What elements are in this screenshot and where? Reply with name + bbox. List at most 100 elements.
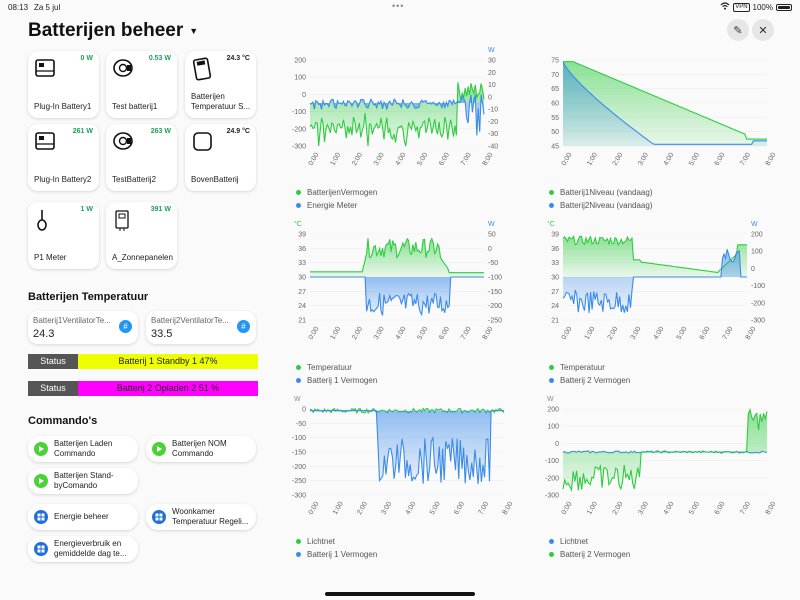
series-area	[310, 277, 484, 316]
legend-item[interactable]: Energie Meter	[296, 199, 377, 212]
plug-icon	[112, 130, 136, 159]
x-tick-label: 8:00	[482, 326, 495, 341]
legend-item[interactable]: Lichtnet	[296, 535, 377, 548]
close-button[interactable]: ✕	[752, 19, 774, 41]
tile-name: Plug-In Battery2	[34, 175, 92, 184]
legend-item[interactable]: Batterij 2 Vermogen	[549, 548, 630, 561]
section-title-temperatuur: Batterijen Temperatuur	[28, 291, 149, 303]
temp-field-1[interactable]: Batterij1VentilatorTe... 24.3 #	[28, 311, 138, 344]
chart-svg: 75 70 65 60 55 50 450:00 1:00 2:00 3:00 4:00 5:00 6:…	[551, 58, 775, 168]
y2-tick-label: -100	[488, 275, 502, 282]
y2-tick-label: 0	[488, 246, 492, 253]
chart-legend: Temperatuur Batterij 2 Vermogen	[549, 361, 630, 387]
multitasking-dots-icon[interactable]: •••	[392, 1, 404, 11]
legend-item[interactable]: Batterij 1 Vermogen	[296, 374, 377, 387]
battery-icon	[776, 3, 792, 11]
legend-label: Lichtnet	[307, 537, 336, 546]
tile-value: 24.3 °C	[226, 55, 250, 62]
command-energie-beheer[interactable]: Energie beheer	[28, 504, 138, 530]
x-tick-label: 2:00	[351, 152, 364, 167]
chart-legend: Lichtnet Batterij 2 Vermogen	[549, 535, 630, 561]
y-tick-label: -200	[545, 475, 559, 482]
legend-label: BatterijenVermogen	[307, 188, 378, 197]
tile-name: Plug-In Battery1	[34, 102, 92, 111]
y-tick-label: -300	[292, 493, 306, 500]
y-tick-label: 24	[298, 303, 306, 310]
status-bar: 08:13 Za 5 jul ••• VPN 100%	[0, 0, 800, 14]
chart-c2[interactable]: 75 70 65 60 55 50 45 0:00 1:00 2:00 3:00 4:00 5:00 6:…	[535, 44, 775, 174]
legend-dot-icon	[296, 365, 301, 370]
command-woonkamer-temperatuur-regeli-[interactable]: Woonkamer Temperatuur Regeli...	[146, 504, 256, 530]
y2-tick-label: 0	[488, 94, 492, 101]
y-tick-label: -150	[292, 450, 306, 457]
chart-c1[interactable]: W 200 100 0 -100 -200 -300 30 20 10 0 -10 -20 -30 -40 0…	[282, 44, 512, 174]
tile-testbatterij2[interactable]: 263 W TestBatterij2	[106, 124, 177, 191]
legend-dot-icon	[296, 552, 301, 557]
tile-batterijen-temperatuur-s-[interactable]: 24.3 °C Batterijen Temperatuur S...	[185, 51, 256, 118]
y-tick-label: 75	[551, 58, 559, 65]
legend-item[interactable]: Batterij2Niveau (vandaag)	[549, 199, 653, 212]
status-key: Status	[28, 381, 78, 396]
y2-tick-label: -200	[751, 300, 765, 307]
y-tick-label: 0	[302, 407, 306, 414]
tile-name: P1 Meter	[34, 253, 67, 262]
legend-dot-icon	[549, 190, 554, 195]
legend-item[interactable]: Batterij 1 Vermogen	[296, 548, 377, 561]
y2-tick-label: 50	[488, 232, 496, 239]
x-tick-label: 7:00	[460, 152, 473, 167]
play-icon	[152, 442, 166, 456]
tile-p1-meter[interactable]: 1 W P1 Meter	[28, 202, 99, 269]
x-tick-label: 1:00	[329, 326, 342, 341]
legend-item[interactable]: BatterijenVermogen	[296, 186, 377, 199]
y-tick-label: 36	[551, 246, 559, 253]
chart-c4[interactable]: °C W 39 36 33 30 27 24 21 200 100 0 -100 -200 -300 0:00…	[535, 218, 775, 348]
x-tick-label: 4:00	[395, 326, 408, 341]
y-tick-label: 21	[551, 318, 559, 325]
legend-label: Temperatuur	[307, 363, 352, 372]
y-tick-label: 55	[551, 115, 559, 122]
hash-icon: #	[119, 320, 132, 333]
tile-a-zonnepanelen[interactable]: 391 W A_Zonnepanelen	[106, 202, 177, 269]
temp-field-2[interactable]: Batterij2VentilatorTe... 33.5 #	[146, 311, 256, 344]
play-icon	[34, 442, 48, 456]
tile-test-batterij1[interactable]: 0.53 W Test batterij1	[106, 51, 177, 118]
tile-bovenbatterij[interactable]: 24.9 °C BovenBatterij	[185, 124, 256, 191]
command-energieverbruik-en-gemiddelde-dag-te-[interactable]: Energieverbruik en gemiddelde dag te...	[28, 536, 138, 562]
x-tick-label: 7:00	[739, 501, 752, 516]
legend-item[interactable]: Temperatuur	[296, 361, 377, 374]
status-key: Status	[28, 354, 78, 369]
y2-tick-label: -150	[488, 289, 502, 296]
x-tick-label: 8:00	[482, 152, 495, 167]
tile-value: 263 W	[150, 128, 171, 135]
legend-item[interactable]: Temperatuur	[549, 361, 630, 374]
tile-plug-in-battery2[interactable]: 261 W Plug-In Battery2	[28, 124, 99, 191]
command-batterijen-stand-bycomando[interactable]: Batterijen Stand-byComando	[28, 468, 138, 494]
x-tick-label: 6:00	[438, 152, 451, 167]
inverter-icon	[112, 208, 136, 237]
y-tick-label: 0	[302, 92, 306, 99]
status-value: Batterij 2 Opladen 2 51 %	[78, 381, 258, 396]
chart-c5[interactable]: W 0 -50 -100 -150 -200 -250 -300 0:00 1:00 2:00 3:0…	[282, 393, 512, 523]
y-tick-label: -50	[296, 421, 306, 428]
x-tick-label: 3:00	[637, 501, 650, 516]
y-tick-label: -200	[292, 464, 306, 471]
y2-tick-label: -40	[488, 144, 498, 151]
chart-c6[interactable]: W 200 100 0 -100 -200 -300 0:00 1:00 2:00 3:00 4:00…	[535, 393, 775, 523]
command-batterijen-laden-commando[interactable]: Batterijen Laden Commando	[28, 436, 138, 462]
command-label: Woonkamer Temperatuur Regeli...	[172, 507, 249, 526]
right-unit-label: W	[488, 221, 495, 228]
legend-item[interactable]: Batterij1Niveau (vandaag)	[549, 186, 653, 199]
x-tick-label: 7:00	[477, 501, 490, 516]
x-tick-label: 2:00	[351, 326, 364, 341]
home-indicator[interactable]	[325, 592, 475, 596]
y-tick-label: 100	[294, 75, 306, 82]
wifi-icon	[720, 2, 730, 12]
dashboard-title-dropdown[interactable]: Batterijen beheer ▼	[28, 20, 198, 42]
x-tick-label: 0:00	[308, 501, 321, 516]
tile-plug-in-battery1[interactable]: 0 W Plug-In Battery1	[28, 51, 99, 118]
edit-button[interactable]: ✎	[727, 19, 749, 41]
command-batterijen-nom-commando[interactable]: Batterijen NOM Commando	[146, 436, 256, 462]
chart-c3[interactable]: °C W 39 36 33 30 27 24 21 50 0 -50 -100 -150 -200 -250 0…	[282, 218, 512, 348]
legend-item[interactable]: Batterij 2 Vermogen	[549, 374, 630, 387]
legend-item[interactable]: Lichtnet	[549, 535, 630, 548]
